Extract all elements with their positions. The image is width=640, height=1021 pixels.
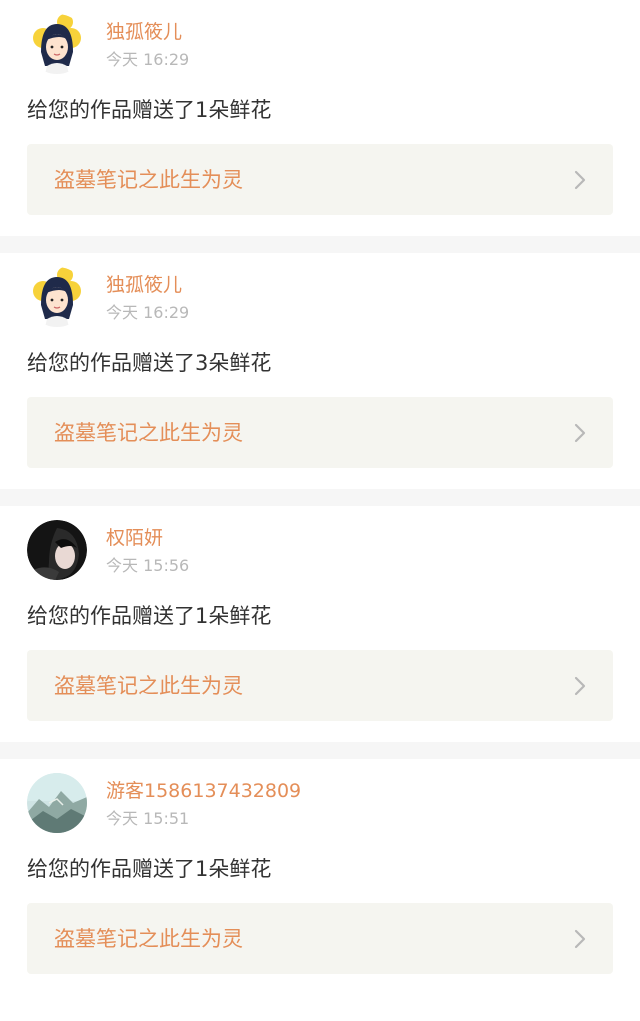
work-link[interactable]: 盗墓笔记之此生为灵	[27, 650, 613, 721]
gift-message: 给您的作品赠送了3朵鲜花	[27, 351, 272, 375]
cartoon-girl-avatar-icon	[27, 14, 87, 74]
landscape-avatar-icon	[27, 773, 87, 833]
gift-message: 给您的作品赠送了1朵鲜花	[27, 98, 272, 122]
divider	[0, 489, 640, 506]
notification-feed: 独孤筱儿 今天 16:29 给您的作品赠送了1朵鲜花 盗墓笔记之此生为灵 独孤筱…	[0, 0, 640, 995]
timestamp: 今天 15:51	[106, 809, 190, 828]
user-name[interactable]: 独孤筱儿	[106, 273, 182, 297]
work-link[interactable]: 盗墓笔记之此生为灵	[27, 397, 613, 468]
avatar[interactable]	[27, 520, 87, 580]
gift-message: 给您的作品赠送了1朵鲜花	[27, 857, 272, 881]
work-title: 盗墓笔记之此生为灵	[54, 927, 243, 951]
avatar[interactable]	[27, 14, 87, 74]
gift-message: 给您的作品赠送了1朵鲜花	[27, 604, 272, 628]
cartoon-girl-avatar-icon	[27, 267, 87, 327]
work-title: 盗墓笔记之此生为灵	[54, 674, 243, 698]
avatar[interactable]	[27, 773, 87, 833]
chevron-right-icon	[574, 929, 586, 949]
avatar[interactable]	[27, 267, 87, 327]
divider	[0, 236, 640, 253]
user-name[interactable]: 游客1586137432809	[106, 779, 301, 803]
work-title: 盗墓笔记之此生为灵	[54, 168, 243, 192]
user-name[interactable]: 权陌妍	[106, 526, 163, 550]
work-link[interactable]: 盗墓笔记之此生为灵	[27, 903, 613, 974]
chevron-right-icon	[574, 676, 586, 696]
timestamp: 今天 15:56	[106, 556, 190, 575]
work-link[interactable]: 盗墓笔记之此生为灵	[27, 144, 613, 215]
notification-card: 游客1586137432809 今天 15:51 给您的作品赠送了1朵鲜花 盗墓…	[0, 759, 640, 995]
work-title: 盗墓笔记之此生为灵	[54, 421, 243, 445]
notification-card: 独孤筱儿 今天 16:29 给您的作品赠送了3朵鲜花 盗墓笔记之此生为灵	[0, 253, 640, 489]
notification-card: 权陌妍 今天 15:56 给您的作品赠送了1朵鲜花 盗墓笔记之此生为灵	[0, 506, 640, 742]
user-name[interactable]: 独孤筱儿	[106, 20, 182, 44]
timestamp: 今天 16:29	[106, 50, 190, 69]
timestamp: 今天 16:29	[106, 303, 190, 322]
chevron-right-icon	[574, 170, 586, 190]
photo-avatar-icon	[27, 520, 87, 580]
notification-card: 独孤筱儿 今天 16:29 给您的作品赠送了1朵鲜花 盗墓笔记之此生为灵	[0, 0, 640, 236]
divider	[0, 742, 640, 759]
chevron-right-icon	[574, 423, 586, 443]
